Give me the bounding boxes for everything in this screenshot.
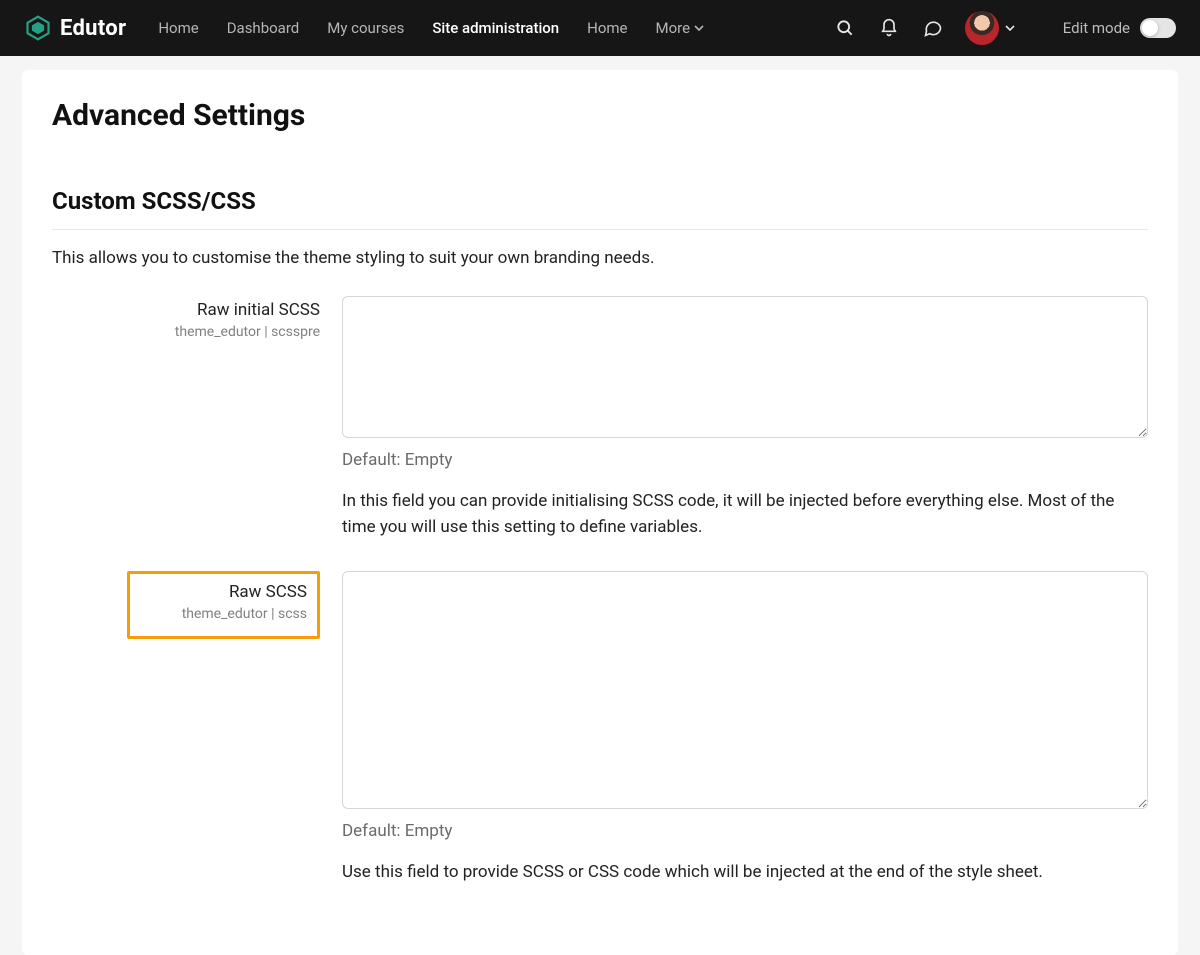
field-default: Default: Empty (342, 450, 1148, 470)
nav-link-more[interactable]: More (656, 19, 705, 37)
page: Advanced Settings Custom SCSS/CSS This a… (22, 70, 1178, 955)
brand-logo-icon (24, 14, 52, 42)
section-divider (52, 229, 1148, 230)
nav-icons: Edit mode (833, 11, 1176, 45)
nav-link-dashboard[interactable]: Dashboard (227, 19, 300, 37)
chevron-down-icon (694, 23, 704, 33)
chevron-down-icon (1005, 23, 1015, 33)
nav-link-home-2[interactable]: Home (587, 19, 627, 37)
field-id: theme_edutor | scss (140, 606, 307, 622)
user-menu[interactable] (965, 11, 1015, 45)
section-description: This allows you to customise the theme s… (52, 248, 1148, 268)
field-label-col-highlighted: Raw SCSS theme_edutor | scss (127, 571, 320, 639)
field-help: In this field you can provide initialisi… (342, 488, 1148, 541)
field-help: Use this field to provide SCSS or CSS co… (342, 859, 1148, 885)
field-label: Raw initial SCSS (52, 300, 320, 320)
field-id: theme_edutor | scsspre (52, 324, 320, 340)
section-title: Custom SCSS/CSS (52, 187, 1148, 215)
nav-link-my-courses[interactable]: My courses (327, 19, 404, 37)
toggle-knob (1142, 20, 1158, 36)
field-input-col: Default: Empty Use this field to provide… (342, 571, 1148, 885)
edit-mode-label: Edit mode (1063, 19, 1130, 37)
field-raw-scss: Raw SCSS theme_edutor | scss Default: Em… (52, 571, 1148, 885)
edit-mode: Edit mode (1063, 18, 1176, 38)
nav-links: Home Dashboard My courses Site administr… (158, 19, 800, 37)
bell-icon[interactable] (877, 16, 901, 40)
chat-icon[interactable] (921, 16, 945, 40)
field-input-col: Default: Empty In this field you can pro… (342, 296, 1148, 541)
page-title: Advanced Settings (52, 98, 1148, 133)
raw-initial-scss-input[interactable] (342, 296, 1148, 438)
field-label: Raw SCSS (140, 582, 307, 602)
search-icon[interactable] (833, 16, 857, 40)
field-label-col: Raw initial SCSS theme_edutor | scsspre (52, 296, 320, 340)
nav-more-label: More (656, 19, 691, 37)
raw-scss-input[interactable] (342, 571, 1148, 809)
nav-link-home[interactable]: Home (158, 19, 198, 37)
field-default: Default: Empty (342, 821, 1148, 841)
nav-link-site-administration[interactable]: Site administration (432, 19, 559, 37)
edit-mode-toggle[interactable] (1140, 18, 1176, 38)
avatar (965, 11, 999, 45)
brand-name: Edutor (60, 16, 126, 41)
brand[interactable]: Edutor (24, 14, 126, 42)
field-raw-initial-scss: Raw initial SCSS theme_edutor | scsspre … (52, 296, 1148, 541)
navbar: Edutor Home Dashboard My courses Site ad… (0, 0, 1200, 56)
